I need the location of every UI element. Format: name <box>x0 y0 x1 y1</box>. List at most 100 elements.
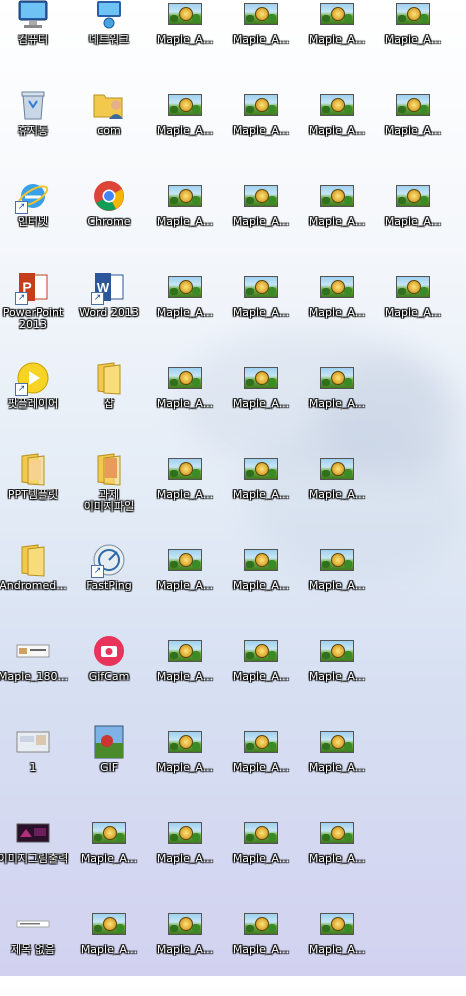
desktop-icon[interactable]: Maple_A... <box>375 0 451 86</box>
text-file-icon <box>15 906 51 942</box>
desktop-icon[interactable]: 과제 이미지파일 <box>71 453 147 541</box>
maple-image-icon <box>243 815 279 851</box>
desktop-icon[interactable]: Maple_A... <box>299 364 375 450</box>
desktop-icon[interactable]: 네트워크 <box>71 0 147 86</box>
desktop-icon[interactable]: Maple_A... <box>147 637 223 723</box>
desktop-icon[interactable]: W ↗ Word 2013 <box>71 273 147 359</box>
desktop-icon-label: Maple_A... <box>232 944 290 956</box>
desktop-icon[interactable]: Maple_A... <box>299 546 375 632</box>
desktop-icon-label: Maple_A... <box>308 580 366 592</box>
desktop-icon[interactable]: Maple_A... <box>223 819 299 905</box>
desktop-icon[interactable]: Maple_A... <box>375 91 451 177</box>
desktop-icon[interactable]: Maple_A... <box>299 0 375 86</box>
powerpoint-icon: P ↗ <box>15 269 51 305</box>
network-icon <box>91 0 127 32</box>
maple-image-icon <box>243 0 279 32</box>
desktop-icon-label: 1 <box>29 762 37 774</box>
desktop-icon[interactable]: Maple_A... <box>147 546 223 632</box>
desktop-icon[interactable]: Maple_A... <box>147 0 223 86</box>
maple-image-icon <box>319 815 355 851</box>
desktop-icon[interactable]: Maple_A... <box>299 728 375 814</box>
desktop-icon[interactable]: Andromed... <box>0 544 71 632</box>
maple-image-icon <box>319 633 355 669</box>
desktop-icon[interactable]: Maple_A... <box>299 637 375 723</box>
maple-image-icon <box>243 633 279 669</box>
desktop-icon[interactable]: Maple_A... <box>299 819 375 905</box>
desktop-icon[interactable]: Maple_A... <box>147 819 223 905</box>
maple-image-icon <box>319 0 355 32</box>
recycle-bin-icon <box>15 87 51 123</box>
desktop-icon[interactable]: GifCam <box>71 636 147 723</box>
desktop-icon[interactable]: 1 <box>0 728 71 814</box>
desktop-icon-label: 잡 <box>103 398 115 410</box>
desktop-icon[interactable]: Maple_A... <box>223 182 299 268</box>
desktop-icon[interactable]: Maple_A... <box>223 273 299 359</box>
desktop-icon-label: Maple_A... <box>308 944 366 956</box>
desktop-icon[interactable]: com <box>71 91 147 177</box>
desktop-icon-label: Maple_180... <box>0 671 69 683</box>
maple-image-icon <box>395 87 431 123</box>
desktop-icon[interactable]: Maple_A... <box>375 182 451 268</box>
desktop-icon[interactable]: Maple_A... <box>147 91 223 177</box>
desktop-icon[interactable]: Chrome <box>71 181 147 268</box>
desktop-icon-label: Maple_A... <box>232 307 290 319</box>
desktop[interactable]: 컴퓨터 네트워크 Maple_A... Maple_A... Maple_A... Map… <box>0 0 466 976</box>
desktop-icon-label: Maple_A... <box>232 671 290 683</box>
desktop-icon-label: FastPing <box>86 580 132 592</box>
desktop-icon[interactable]: GIF <box>71 725 147 814</box>
desktop-icon-label: Maple_A... <box>308 34 366 46</box>
desktop-icon[interactable]: 휴지통 <box>0 91 71 177</box>
desktop-icon[interactable]: Maple_A... <box>71 819 147 905</box>
desktop-icon[interactable]: Maple_A... <box>147 364 223 450</box>
desktop-icon[interactable]: Maple_A... <box>223 728 299 814</box>
desktop-icon-label: Maple_A... <box>156 853 214 865</box>
desktop-icon-label: Maple_A... <box>232 489 290 501</box>
desktop-icon[interactable]: ↗ 팟플레이어 <box>0 362 71 450</box>
desktop-icon[interactable]: Maple_A... <box>299 273 375 359</box>
desktop-icon-label: Maple_A... <box>156 489 214 501</box>
desktop-icon[interactable]: Maple_A... <box>223 637 299 723</box>
desktop-icon-label: PowerPoint 2013 <box>2 307 64 331</box>
desktop-icon[interactable]: Maple_A... <box>223 910 299 996</box>
desktop-icon[interactable]: P ↗ PowerPoint 2013 <box>0 273 71 359</box>
desktop-icon[interactable]: 제목 없음 <box>0 910 71 996</box>
desktop-icon-label: Maple_A... <box>156 216 214 228</box>
maple-image-icon <box>167 269 203 305</box>
desktop-icon[interactable]: Maple_A... <box>223 455 299 541</box>
gifcam-icon <box>91 633 127 669</box>
desktop-icon[interactable]: Maple_A... <box>223 0 299 86</box>
maple-image-icon <box>243 451 279 487</box>
desktop-icon[interactable]: Maple_A... <box>223 546 299 632</box>
maple-image-icon <box>167 906 203 942</box>
desktop-icon[interactable]: Maple_A... <box>147 273 223 359</box>
maple-image-icon <box>319 451 355 487</box>
maple-image-icon <box>167 0 203 32</box>
desktop-icon[interactable]: Maple_A... <box>223 91 299 177</box>
desktop-icon[interactable]: Maple_180... <box>0 637 71 723</box>
desktop-icon[interactable]: 이미지그림출력 <box>0 819 71 905</box>
maple-image-icon <box>395 269 431 305</box>
desktop-icon[interactable]: 잡 <box>71 362 147 450</box>
desktop-icon[interactable]: Maple_A... <box>147 455 223 541</box>
desktop-icon[interactable]: Maple_A... <box>147 182 223 268</box>
computer-icon <box>15 0 51 32</box>
desktop-icon[interactable]: 컴퓨터 <box>0 0 71 86</box>
desktop-icon[interactable]: Maple_A... <box>223 364 299 450</box>
desktop-icon[interactable]: ↗ FastPing <box>71 544 147 632</box>
desktop-icon[interactable]: Maple_A... <box>299 455 375 541</box>
desktop-icon[interactable]: PPT템플릿 <box>0 453 71 541</box>
desktop-icon[interactable]: Maple_A... <box>147 910 223 996</box>
desktop-icon[interactable]: Maple_A... <box>71 910 147 996</box>
desktop-icon[interactable]: Maple_A... <box>299 182 375 268</box>
desktop-icon[interactable]: ↗ 인터넷 <box>0 182 71 268</box>
maple-image-icon <box>395 0 431 32</box>
desktop-icon[interactable]: Maple_A... <box>299 910 375 996</box>
desktop-icon[interactable]: Maple_A... <box>299 91 375 177</box>
maple-image-icon <box>167 724 203 760</box>
maple-image-icon <box>91 815 127 851</box>
desktop-icon-label: Maple_A... <box>308 489 366 501</box>
desktop-icon-label: 네트워크 <box>88 34 130 46</box>
desktop-icon[interactable]: Maple_A... <box>375 273 451 359</box>
desktop-icon[interactable]: Maple_A... <box>147 728 223 814</box>
word-icon: W ↗ <box>91 269 127 305</box>
